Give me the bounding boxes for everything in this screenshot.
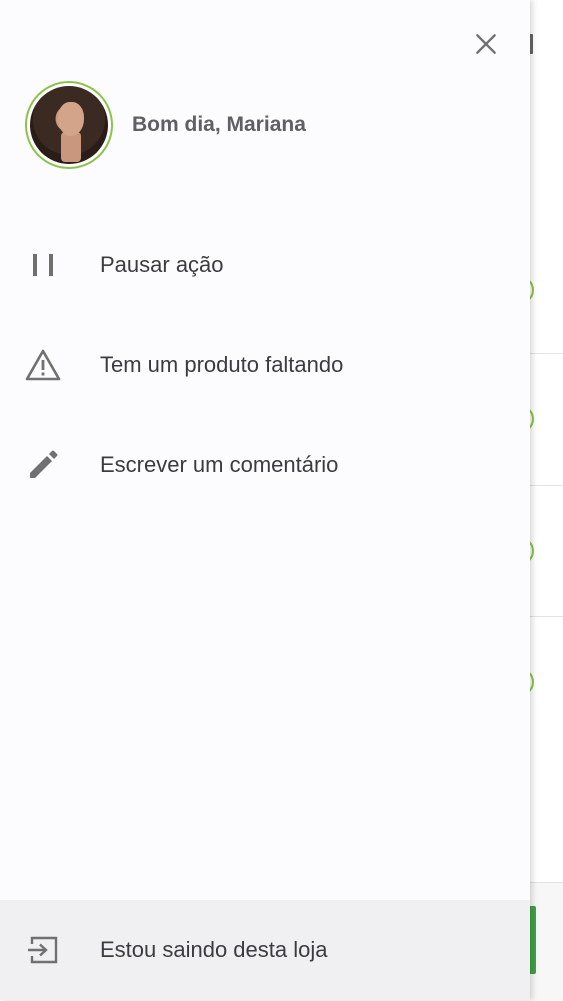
leave-store-label: Estou saindo desta loja (100, 937, 328, 962)
leave-store-button[interactable]: Estou saindo desta loja (0, 900, 530, 1000)
menu-item-label: Pausar ação (100, 252, 224, 277)
menu-item-write-comment[interactable]: Escrever um comentário (0, 415, 530, 515)
pencil-icon (30, 450, 58, 478)
user-profile: Bom dia, Mariana (25, 81, 306, 169)
close-icon (476, 34, 496, 54)
drawer-menu: Pausar ação Tem um produto faltando Escr… (0, 215, 530, 515)
pause-icon (33, 254, 53, 276)
avatar (25, 81, 113, 169)
background-divider (530, 353, 563, 354)
menu-item-label: Escrever um comentário (100, 452, 339, 477)
menu-item-label: Tem um produto faltando (100, 352, 344, 377)
menu-item-pause-action[interactable]: Pausar ação (0, 215, 530, 315)
background-divider (530, 485, 563, 486)
navigation-drawer: Bom dia, Mariana Pausar ação Tem um prod… (0, 0, 530, 1000)
greeting-text: Bom dia, Mariana (132, 113, 306, 136)
menu-item-missing-product[interactable]: Tem um produto faltando (0, 315, 530, 415)
background-divider (530, 616, 563, 617)
warning-icon (25, 349, 61, 381)
close-button[interactable] (468, 26, 504, 62)
exit-icon (28, 936, 58, 964)
